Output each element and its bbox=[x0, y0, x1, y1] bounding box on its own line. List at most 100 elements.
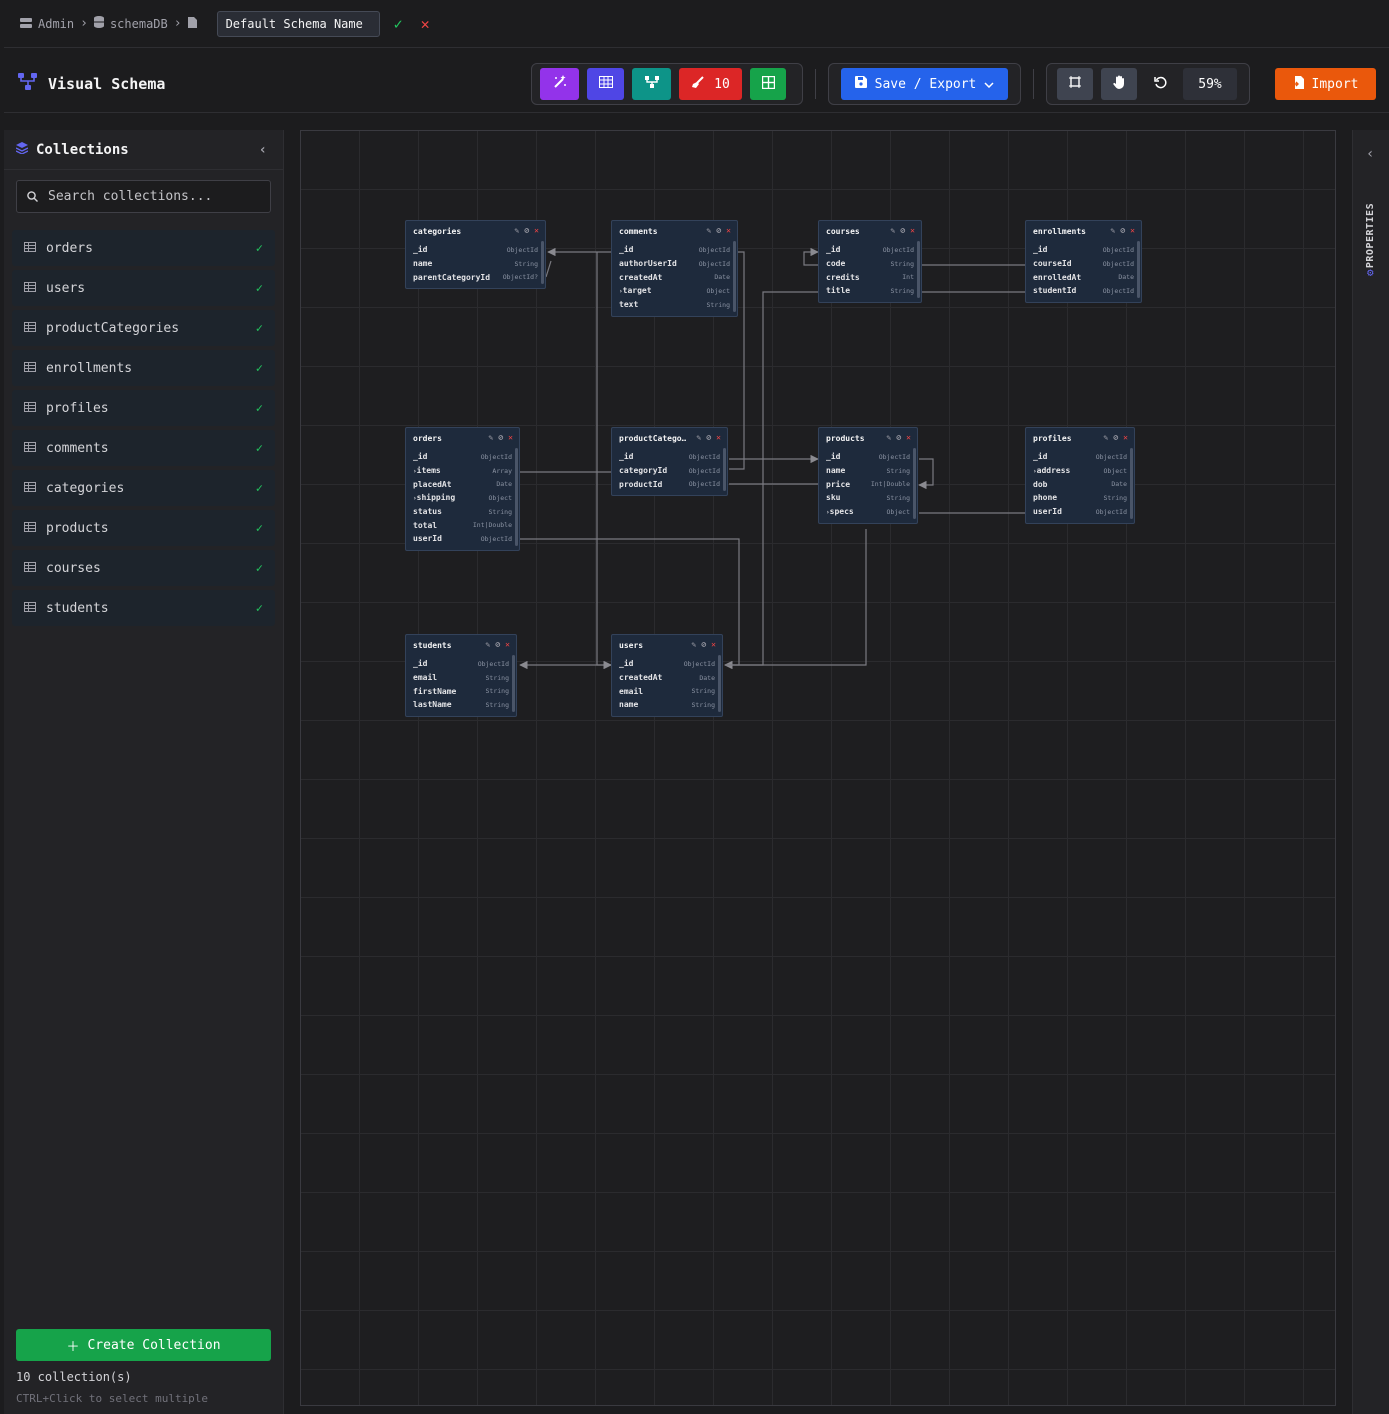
field-row[interactable]: authorUserId ObjectId bbox=[619, 257, 730, 271]
link-icon[interactable]: ⊘ bbox=[896, 433, 901, 442]
pencil-icon[interactable]: ✎ bbox=[707, 226, 712, 235]
field-row[interactable]: _id ObjectId bbox=[619, 243, 730, 257]
pencil-icon[interactable]: ✎ bbox=[692, 640, 697, 649]
node-header[interactable]: courses ✎ ⊘ ✕ bbox=[819, 221, 921, 241]
field-row[interactable]: studentId ObjectId bbox=[1033, 284, 1134, 298]
close-icon[interactable]: ✕ bbox=[421, 15, 430, 33]
node-scrollbar[interactable] bbox=[1137, 241, 1140, 298]
field-row[interactable]: _id ObjectId bbox=[413, 450, 512, 464]
chevron-left-icon[interactable]: ‹ bbox=[1366, 146, 1374, 162]
collection-node-students[interactable]: students ✎ ⊘ ✕ _id ObjectId email String firstNa… bbox=[405, 634, 517, 717]
fit-view-button[interactable] bbox=[1057, 68, 1093, 100]
field-row[interactable]: userId ObjectId bbox=[413, 532, 512, 546]
node-scrollbar[interactable] bbox=[718, 655, 721, 712]
close-icon[interactable]: ✕ bbox=[711, 640, 716, 649]
pan-button[interactable] bbox=[1101, 68, 1137, 100]
link-icon[interactable]: ⊘ bbox=[701, 640, 706, 649]
close-icon[interactable]: ✕ bbox=[906, 433, 911, 442]
node-scrollbar[interactable] bbox=[917, 241, 920, 298]
save-export-button[interactable]: Save / Export bbox=[841, 68, 1008, 100]
collection-node-productCatego[interactable]: productCatego… ✎ ⊘ ✕ _id ObjectId categoryId Ob… bbox=[611, 427, 728, 497]
table-view-button[interactable] bbox=[587, 68, 624, 100]
field-row[interactable]: _id ObjectId bbox=[826, 450, 910, 464]
collection-node-courses[interactable]: courses ✎ ⊘ ✕ _id ObjectId code String credits In… bbox=[818, 220, 922, 303]
schema-canvas[interactable]: categories ✎ ⊘ ✕ _id ObjectId name String parent… bbox=[300, 130, 1336, 1406]
pencil-icon[interactable]: ✎ bbox=[486, 640, 491, 649]
field-row[interactable]: ›shipping Object bbox=[413, 491, 512, 505]
pencil-icon[interactable]: ✎ bbox=[887, 433, 892, 442]
field-row[interactable]: title String bbox=[826, 284, 914, 298]
field-row[interactable]: email String bbox=[413, 671, 509, 685]
collection-node-users[interactable]: users ✎ ⊘ ✕ _id ObjectId createdAt Date email Str… bbox=[611, 634, 723, 717]
field-row[interactable]: ›items Array bbox=[413, 464, 512, 478]
field-row[interactable]: createdAt Date bbox=[619, 671, 715, 685]
field-row[interactable]: name String bbox=[413, 257, 538, 271]
node-header[interactable]: students ✎ ⊘ ✕ bbox=[406, 635, 516, 655]
field-row[interactable]: ›target Object bbox=[619, 284, 730, 298]
node-header[interactable]: profiles ✎ ⊘ ✕ bbox=[1026, 428, 1134, 448]
field-row[interactable]: _id ObjectId bbox=[1033, 450, 1127, 464]
pencil-icon[interactable]: ✎ bbox=[891, 226, 896, 235]
node-scrollbar[interactable] bbox=[913, 448, 916, 519]
field-row[interactable]: courseId ObjectId bbox=[1033, 257, 1134, 271]
collection-node-categories[interactable]: categories ✎ ⊘ ✕ _id ObjectId name String parent… bbox=[405, 220, 546, 290]
pencil-icon[interactable]: ✎ bbox=[697, 433, 702, 442]
field-row[interactable]: credits Int bbox=[826, 270, 914, 284]
chevron-left-icon[interactable]: ‹ bbox=[259, 142, 267, 158]
pencil-icon[interactable]: ✎ bbox=[1111, 226, 1116, 235]
collection-item-students[interactable]: students ✓ bbox=[12, 590, 275, 626]
node-header[interactable]: orders ✎ ⊘ ✕ bbox=[406, 428, 519, 448]
check-icon[interactable]: ✓ bbox=[394, 15, 403, 33]
link-icon[interactable]: ⊘ bbox=[900, 226, 905, 235]
node-scrollbar[interactable] bbox=[1130, 448, 1133, 519]
field-row[interactable]: sku String bbox=[826, 491, 910, 505]
field-row[interactable]: dob Date bbox=[1033, 477, 1127, 491]
node-scrollbar[interactable] bbox=[512, 655, 515, 712]
pencil-icon[interactable]: ✎ bbox=[1104, 433, 1109, 442]
collection-item-enrollments[interactable]: enrollments ✓ bbox=[12, 350, 275, 386]
pencil-icon[interactable]: ✎ bbox=[489, 433, 494, 442]
collection-node-profiles[interactable]: profiles ✎ ⊘ ✕ _id ObjectId ›address Object dob D… bbox=[1025, 427, 1135, 524]
field-row[interactable]: productId ObjectId bbox=[619, 477, 720, 491]
auto-layout-button[interactable] bbox=[540, 68, 579, 100]
collection-item-courses[interactable]: courses ✓ bbox=[12, 550, 275, 586]
field-row[interactable]: email String bbox=[619, 684, 715, 698]
node-header[interactable]: products ✎ ⊘ ✕ bbox=[819, 428, 917, 448]
node-header[interactable]: categories ✎ ⊘ ✕ bbox=[406, 221, 545, 241]
clear-button[interactable]: 10 bbox=[679, 68, 742, 100]
collection-node-enrollments[interactable]: enrollments ✎ ⊘ ✕ _id ObjectId courseId ObjectI… bbox=[1025, 220, 1142, 303]
field-row[interactable]: _id ObjectId bbox=[1033, 243, 1134, 257]
field-row[interactable]: placedAt Date bbox=[413, 477, 512, 491]
field-row[interactable]: _id ObjectId bbox=[413, 243, 538, 257]
field-row[interactable]: phone String bbox=[1033, 491, 1127, 505]
collection-item-products[interactable]: products ✓ bbox=[12, 510, 275, 546]
node-header[interactable]: enrollments ✎ ⊘ ✕ bbox=[1026, 221, 1141, 241]
link-icon[interactable]: ⊘ bbox=[498, 433, 503, 442]
close-icon[interactable]: ✕ bbox=[508, 433, 513, 442]
node-scrollbar[interactable] bbox=[541, 241, 544, 285]
field-row[interactable]: total Int|Double bbox=[413, 518, 512, 532]
collection-item-productCategories[interactable]: productCategories ✓ bbox=[12, 310, 275, 346]
close-icon[interactable]: ✕ bbox=[1123, 433, 1128, 442]
close-icon[interactable]: ✕ bbox=[1130, 226, 1135, 235]
node-scrollbar[interactable] bbox=[723, 448, 726, 492]
field-row[interactable]: lastName String bbox=[413, 698, 509, 712]
node-header[interactable]: comments ✎ ⊘ ✕ bbox=[612, 221, 737, 241]
pencil-icon[interactable]: ✎ bbox=[515, 226, 520, 235]
field-row[interactable]: status String bbox=[413, 505, 512, 519]
link-icon[interactable]: ⊘ bbox=[524, 226, 529, 235]
field-row[interactable]: _id ObjectId bbox=[619, 450, 720, 464]
field-row[interactable]: name String bbox=[826, 464, 910, 478]
link-icon[interactable]: ⊘ bbox=[706, 433, 711, 442]
reset-view-button[interactable] bbox=[1145, 68, 1175, 100]
schema-name-input[interactable] bbox=[216, 10, 380, 37]
field-row[interactable]: ›address Object bbox=[1033, 464, 1127, 478]
field-row[interactable]: userId ObjectId bbox=[1033, 505, 1127, 519]
collection-node-products[interactable]: products ✎ ⊘ ✕ _id ObjectId name String price Int… bbox=[818, 427, 918, 524]
field-row[interactable]: price Int|Double bbox=[826, 477, 910, 491]
collection-item-orders[interactable]: orders ✓ bbox=[12, 230, 275, 266]
close-icon[interactable]: ✕ bbox=[505, 640, 510, 649]
field-row[interactable]: _id ObjectId bbox=[413, 657, 509, 671]
import-button[interactable]: Import bbox=[1275, 68, 1376, 100]
close-icon[interactable]: ✕ bbox=[910, 226, 915, 235]
